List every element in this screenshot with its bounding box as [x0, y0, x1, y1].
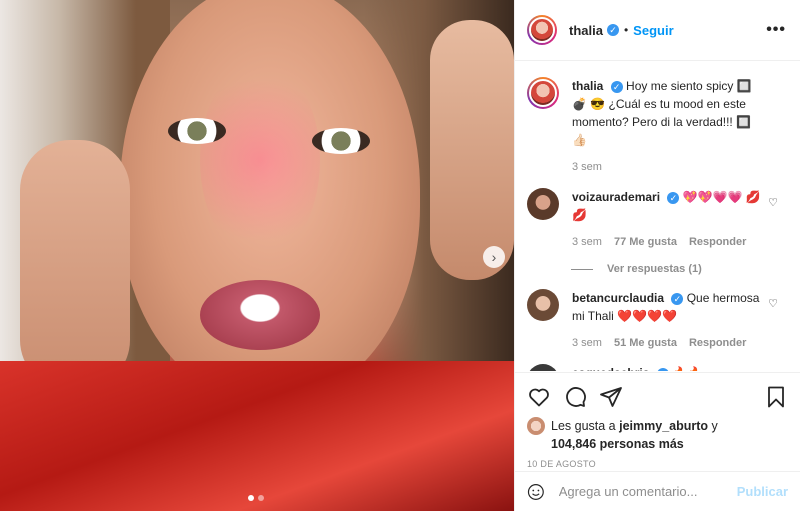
caption-username[interactable]: thalia — [572, 79, 603, 93]
avatar[interactable] — [527, 289, 559, 321]
comment-time[interactable]: 3 sem — [572, 334, 602, 352]
verified-badge-icon: ✓ — [656, 367, 669, 371]
heart-icon[interactable] — [527, 385, 551, 409]
likes-summary: Les gusta a jeimmy_aburto y — [527, 417, 788, 435]
comment-likes[interactable]: 77 Me gusta — [614, 233, 677, 251]
divider — [571, 268, 593, 270]
caption: thalia ✓ Hoy me siento spicy 🔲💣 😎 ¿Cuál … — [527, 77, 786, 176]
comment-time[interactable]: 3 sem — [572, 233, 602, 251]
save-icon[interactable] — [764, 385, 788, 409]
likes-connector: y — [711, 419, 718, 433]
verified-badge-icon: ✓ — [610, 80, 623, 93]
comment-username[interactable]: betancurclaudia — [572, 291, 664, 305]
comment-text: 🔥🔥 — [672, 366, 702, 371]
comments-list[interactable]: thalia ✓ Hoy me siento spicy 🔲💣 😎 ¿Cuál … — [515, 61, 800, 371]
verified-badge-icon: ✓ — [606, 24, 619, 36]
caption-time[interactable]: 3 sem — [572, 158, 602, 176]
separator-dot: • — [623, 23, 629, 37]
add-comment-bar: Publicar — [515, 471, 800, 511]
list-item: betancurclaudia ✓ Que hermosa mi Thali ❤… — [527, 289, 786, 352]
photo-red-jacket — [0, 361, 514, 511]
post-sidebar: thalia ✓ • Seguir ••• thalia ✓ Hoy me si… — [514, 0, 800, 511]
comment-username[interactable]: esquedachris — [572, 366, 649, 371]
list-item: voizaurademari ✓ 💖💖💗💗 💋💋 3 sem 77 Me gus… — [527, 188, 786, 251]
reply-button[interactable]: Responder — [689, 334, 746, 352]
publish-button[interactable]: Publicar — [737, 484, 788, 499]
comment-username[interactable]: voizaurademari — [572, 190, 660, 204]
header-username[interactable]: thalia — [569, 23, 603, 38]
comment-icon[interactable] — [563, 385, 587, 409]
more-options-icon[interactable]: ••• — [766, 21, 786, 39]
carousel-dots — [248, 495, 264, 501]
post-photo[interactable]: › — [0, 0, 514, 511]
emoji-icon[interactable] — [527, 480, 545, 504]
view-replies-label: Ver respuestas (1) — [607, 263, 702, 275]
avatar[interactable] — [527, 77, 559, 109]
reply-button[interactable]: Responder — [689, 233, 746, 251]
carousel-dot-active — [248, 495, 254, 501]
likes-count[interactable]: 104,846 personas más — [551, 437, 788, 451]
likes-user[interactable]: jeimmy_aburto — [619, 419, 708, 433]
post-modal: › thalia ✓ • Seguir ••• thalia ✓ Hoy me … — [0, 0, 800, 511]
avatar[interactable] — [527, 188, 559, 220]
post-date[interactable]: 10 DE AGOSTO — [527, 459, 788, 469]
avatar[interactable] — [527, 364, 559, 371]
post-actions: Les gusta a jeimmy_aburto y 104,846 pers… — [515, 372, 800, 469]
photo-hand-left — [20, 140, 130, 390]
avatar[interactable] — [527, 417, 545, 435]
post-header: thalia ✓ • Seguir ••• — [515, 0, 800, 61]
photo-lips — [200, 280, 320, 350]
heart-icon[interactable]: ♡ — [768, 196, 778, 209]
photo-eye-left — [168, 118, 226, 144]
follow-button[interactable]: Seguir — [633, 23, 673, 38]
likes-prefix: Les gusta a — [551, 419, 616, 433]
photo-hand-right — [430, 20, 514, 280]
photo-eye-right — [312, 128, 370, 154]
verified-badge-icon: ✓ — [667, 191, 680, 204]
comment-input[interactable] — [556, 483, 737, 500]
list-item: esquedachris ✓ 🔥🔥 ♡ — [527, 364, 786, 371]
action-icons — [527, 379, 788, 415]
comment-likes[interactable]: 51 Me gusta — [614, 334, 677, 352]
photo-light-glow — [200, 60, 320, 260]
share-icon[interactable] — [599, 385, 623, 409]
carousel-dot — [258, 495, 264, 501]
heart-icon[interactable]: ♡ — [768, 297, 778, 310]
view-replies-button[interactable]: Ver respuestas (1) — [571, 263, 786, 275]
chevron-right-icon[interactable]: › — [483, 246, 505, 268]
verified-badge-icon: ✓ — [671, 292, 684, 305]
avatar[interactable] — [527, 15, 557, 45]
